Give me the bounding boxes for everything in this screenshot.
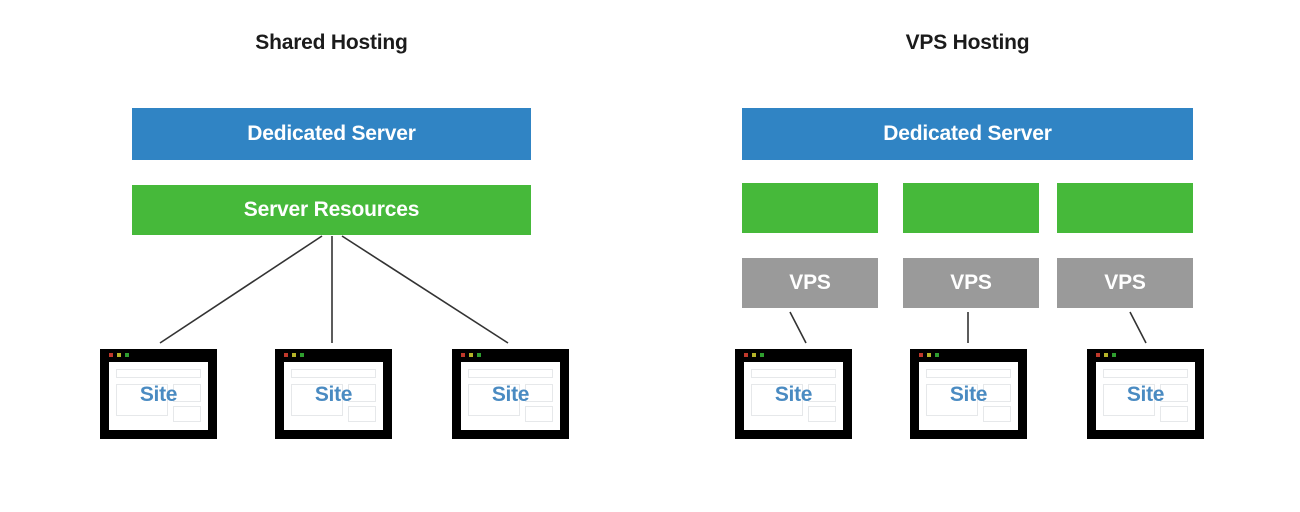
browser-window-icon: Site: [109, 362, 208, 430]
diagram-canvas: Shared Hosting Dedicated Server Server R…: [0, 0, 1300, 512]
traffic-dot-red-icon: [1096, 353, 1100, 357]
traffic-dot-yellow-icon: [292, 353, 296, 357]
placeholder-header-bar: [468, 369, 553, 378]
traffic-dot-green-icon: [300, 353, 304, 357]
shared-dedicated-server-label: Dedicated Server: [247, 122, 416, 145]
shared-server-resources-label: Server Resources: [243, 198, 420, 221]
traffic-dot-green-icon: [477, 353, 481, 357]
traffic-dot-green-icon: [935, 353, 939, 357]
vps-dedicated-server-bar[interactable]: Dedicated Server: [742, 108, 1193, 160]
placeholder-header-bar: [116, 369, 201, 378]
browser-window-icon: Site: [744, 362, 843, 430]
traffic-dot-green-icon: [1112, 353, 1116, 357]
browser-window-icon: Site: [284, 362, 383, 430]
placeholder-small-block: [1160, 406, 1188, 422]
vps-block-label-1: VPS: [789, 271, 831, 294]
traffic-dot-yellow-icon: [1104, 353, 1108, 357]
browser-window-icon: Site: [1096, 362, 1195, 430]
placeholder-header-bar: [291, 369, 376, 378]
placeholder-small-block: [525, 406, 553, 422]
browser-traffic-dots: [284, 353, 304, 357]
vps-site-label-2: Site: [949, 383, 988, 406]
shared-site-label-3: Site: [491, 383, 530, 406]
browser-traffic-dots: [744, 353, 764, 357]
section-title-vps-hosting: VPS Hosting: [905, 31, 1030, 54]
placeholder-small-block: [983, 406, 1011, 422]
traffic-dot-red-icon: [461, 353, 465, 357]
traffic-dot-red-icon: [109, 353, 113, 357]
placeholder-header-bar: [751, 369, 836, 378]
vps-site-icon-1[interactable]: Site: [735, 349, 852, 439]
vps-resource-block-3[interactable]: [1057, 183, 1193, 233]
vps-site-icon-3[interactable]: Site: [1087, 349, 1204, 439]
shared-server-resources-bar[interactable]: Server Resources: [132, 185, 531, 235]
vps-resource-block-2[interactable]: [903, 183, 1039, 233]
traffic-dot-green-icon: [760, 353, 764, 357]
shared-site-label-1: Site: [139, 383, 178, 406]
browser-window-icon: Site: [461, 362, 560, 430]
vps-site-icon-2[interactable]: Site: [910, 349, 1027, 439]
traffic-dot-green-icon: [125, 353, 129, 357]
placeholder-header-bar: [926, 369, 1011, 378]
shared-dedicated-server-bar[interactable]: Dedicated Server: [132, 108, 531, 160]
browser-traffic-dots: [109, 353, 129, 357]
vps-site-label-1: Site: [774, 383, 813, 406]
browser-window-icon: Site: [919, 362, 1018, 430]
traffic-dot-red-icon: [919, 353, 923, 357]
traffic-dot-red-icon: [744, 353, 748, 357]
shared-site-icon-1[interactable]: Site: [100, 349, 217, 439]
traffic-dot-red-icon: [284, 353, 288, 357]
vps-dedicated-server-label: Dedicated Server: [883, 122, 1052, 145]
traffic-dot-yellow-icon: [927, 353, 931, 357]
browser-traffic-dots: [919, 353, 939, 357]
traffic-dot-yellow-icon: [752, 353, 756, 357]
browser-traffic-dots: [1096, 353, 1116, 357]
traffic-dot-yellow-icon: [117, 353, 121, 357]
shared-site-label-2: Site: [314, 383, 353, 406]
vps-block-1[interactable]: VPS: [742, 258, 878, 308]
placeholder-small-block: [173, 406, 201, 422]
vps-resource-block-1[interactable]: [742, 183, 878, 233]
shared-site-icon-2[interactable]: Site: [275, 349, 392, 439]
placeholder-header-bar: [1103, 369, 1188, 378]
browser-traffic-dots: [461, 353, 481, 357]
section-title-shared-hosting: Shared Hosting: [255, 31, 408, 54]
placeholder-small-block: [348, 406, 376, 422]
vps-block-label-3: VPS: [1104, 271, 1146, 294]
shared-site-icon-3[interactable]: Site: [452, 349, 569, 439]
vps-block-3[interactable]: VPS: [1057, 258, 1193, 308]
placeholder-small-block: [808, 406, 836, 422]
vps-block-2[interactable]: VPS: [903, 258, 1039, 308]
vps-block-label-2: VPS: [950, 271, 992, 294]
vps-site-label-3: Site: [1126, 383, 1165, 406]
traffic-dot-yellow-icon: [469, 353, 473, 357]
